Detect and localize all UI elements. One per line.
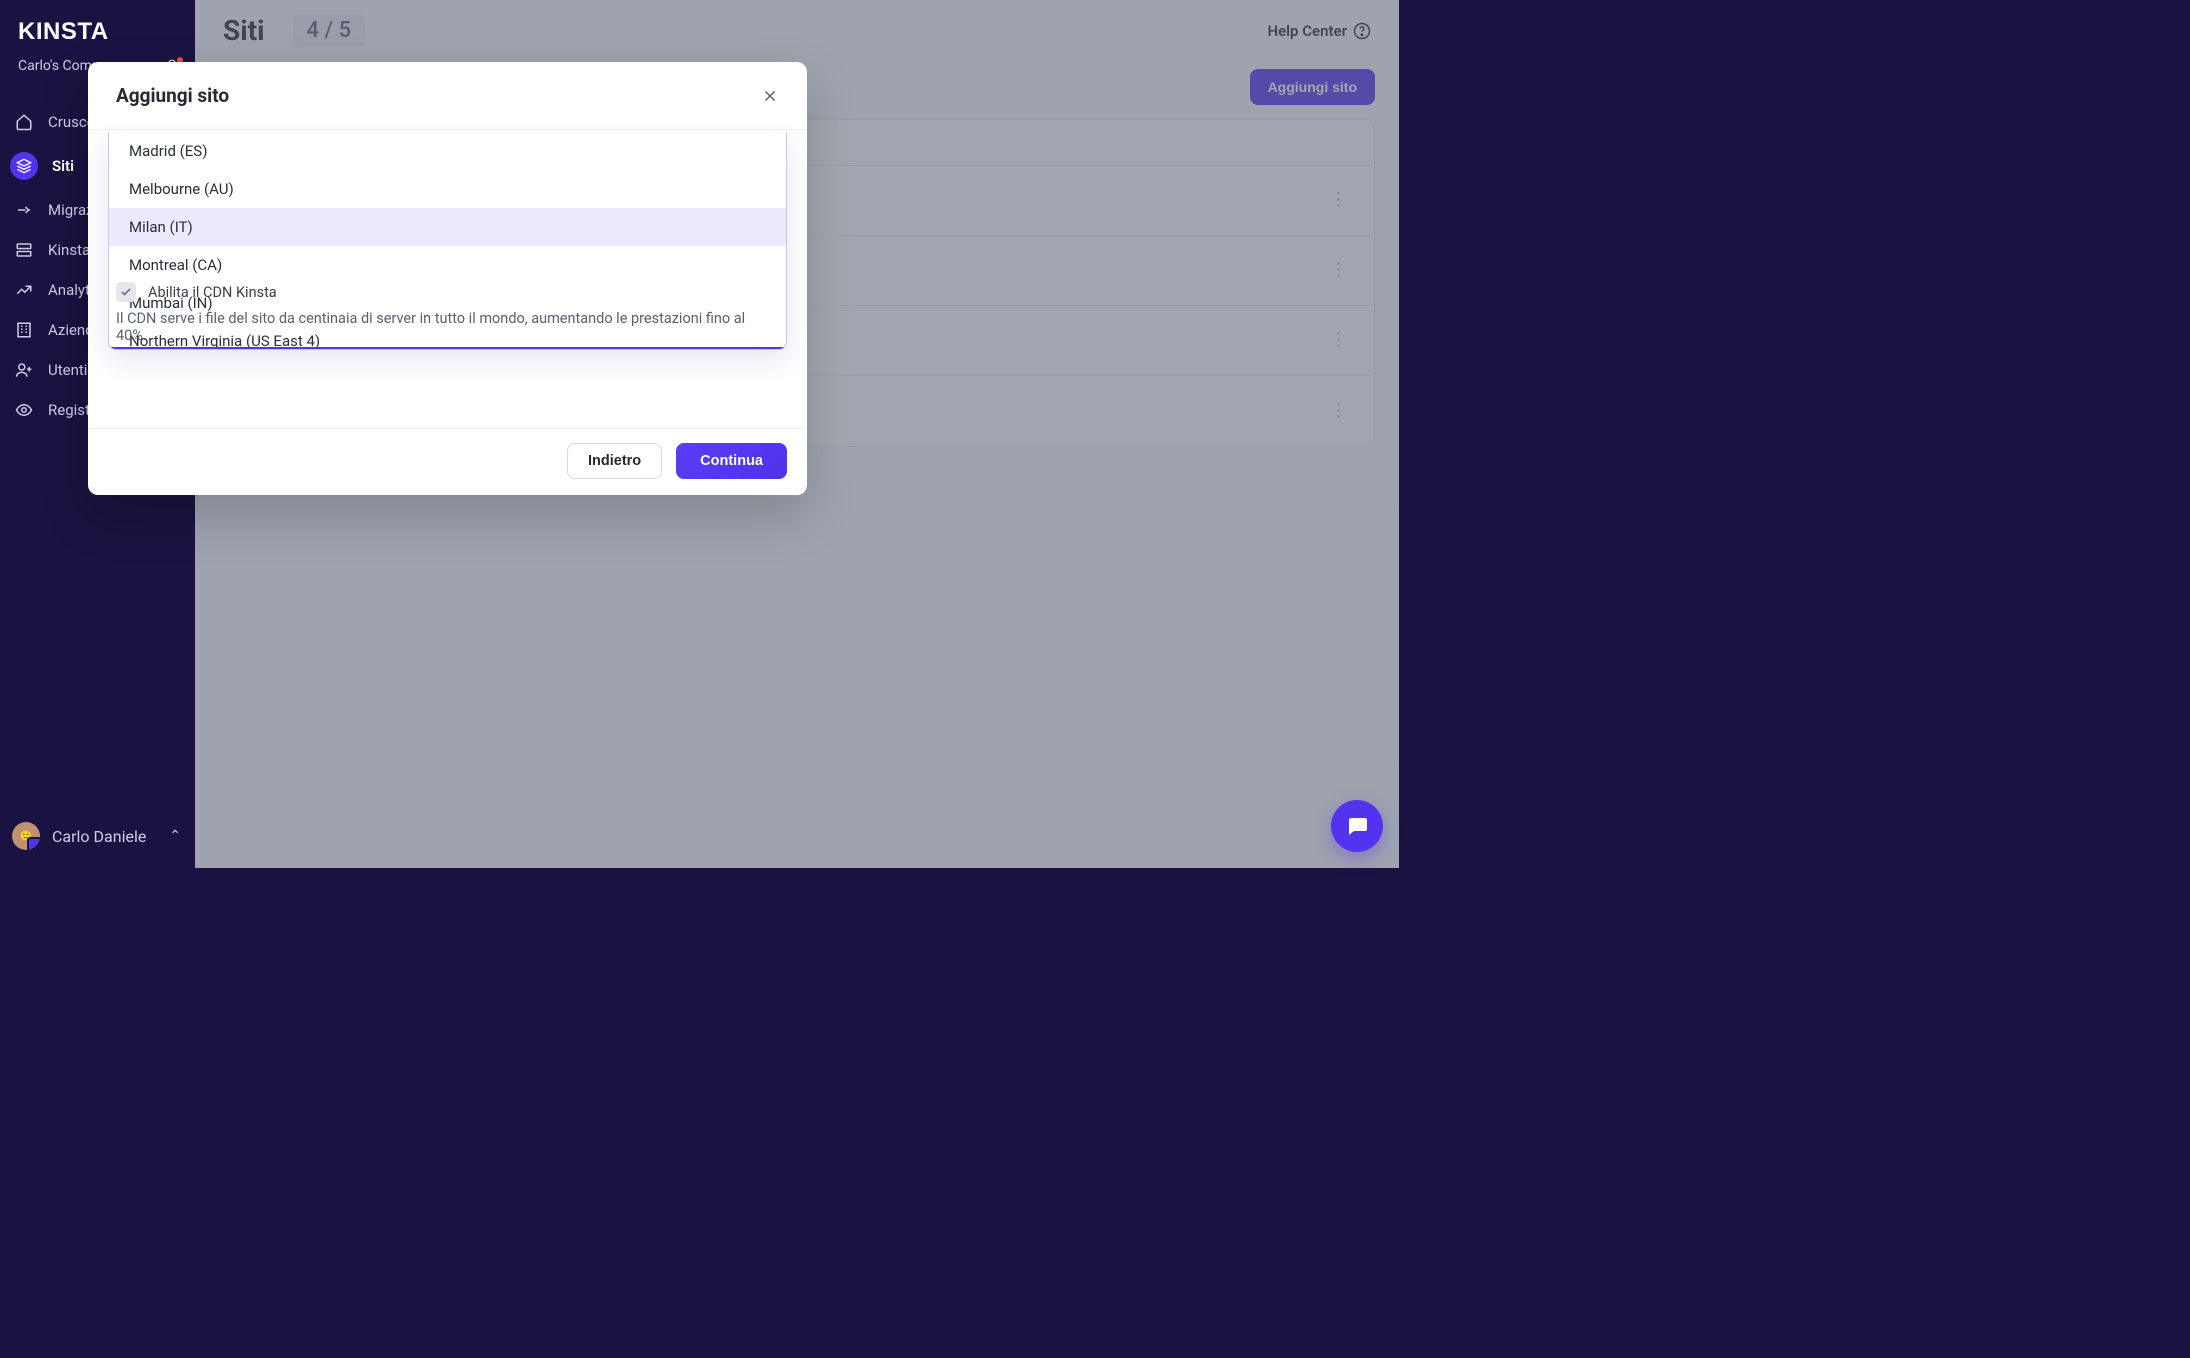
migration-icon — [14, 200, 34, 220]
brand-logo: KINSTA — [0, 0, 195, 52]
modal-header: Aggiungi sito — [88, 62, 807, 130]
layers-icon — [10, 152, 38, 180]
server-icon — [14, 240, 34, 260]
add-site-modal: Aggiungi sito Madrid (ES) Melbourne (AU)… — [88, 62, 807, 495]
chevron-up-icon: ⌃ — [169, 828, 181, 844]
user-name: Carlo Daniele — [52, 827, 146, 846]
modal-body: Madrid (ES) Melbourne (AU) Milan (IT) Mo… — [88, 130, 807, 428]
close-icon[interactable] — [761, 87, 779, 105]
user-menu[interactable]: 🙂 Carlo Daniele ⌃ — [0, 808, 195, 868]
cdn-checkbox[interactable] — [116, 282, 136, 302]
cdn-checkbox-label[interactable]: Abilita il CDN Kinsta — [148, 284, 277, 301]
back-button[interactable]: Indietro — [567, 443, 662, 479]
modal-title: Aggiungi sito — [116, 84, 229, 107]
chat-widget-button[interactable] — [1331, 800, 1383, 852]
continue-button[interactable]: Continua — [676, 443, 787, 479]
sidebar-item-label: Utenti — [48, 361, 87, 379]
modal-footer: Indietro Continua — [88, 428, 807, 495]
user-plus-icon — [14, 360, 34, 380]
trend-icon — [14, 280, 34, 300]
chat-icon — [1345, 814, 1369, 838]
sidebar-item-label: Siti — [52, 157, 74, 175]
cdn-section: Abilita il CDN Kinsta Il CDN serve i fil… — [116, 282, 779, 344]
cdn-description: Il CDN serve i file del sito da centinai… — [116, 310, 779, 344]
datacenter-option[interactable]: Montreal (CA) — [109, 246, 786, 284]
datacenter-option[interactable]: Melbourne (AU) — [109, 170, 786, 208]
building-icon — [14, 320, 34, 340]
eye-icon — [14, 400, 34, 420]
datacenter-option[interactable]: Madrid (ES) — [109, 132, 786, 170]
datacenter-option-selected[interactable]: Milan (IT) — [109, 208, 786, 246]
home-icon — [14, 112, 34, 132]
avatar: 🙂 — [12, 822, 40, 850]
